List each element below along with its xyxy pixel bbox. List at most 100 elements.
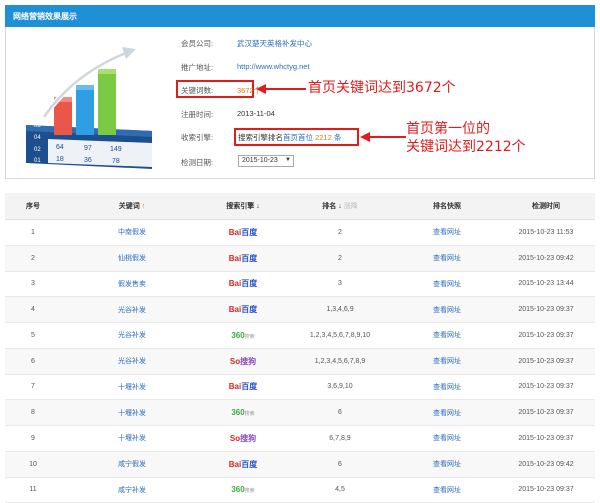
sogou-logo-icon: So搜狗 [229, 433, 257, 443]
baidu-logo-icon: Bai百度 [228, 253, 258, 263]
keyword-link[interactable]: 光谷补发 [61, 322, 203, 349]
sort-down-icon: ↓ [338, 203, 342, 210]
url-link[interactable]: http://www.whctyg.net [237, 62, 310, 71]
snapshot-link[interactable]: 查看网址 [397, 399, 497, 426]
index-cell: 5 [5, 322, 61, 349]
snapshot-link[interactable]: 查看网址 [397, 477, 497, 503]
chart-bar-red [54, 101, 72, 135]
rank-cell: 4,5 [283, 477, 397, 503]
keyword-link[interactable]: 光谷补发 [61, 296, 203, 323]
engine-cell: So搜狗 [203, 425, 283, 452]
col-keyword[interactable]: 关键词 ↑ [61, 193, 203, 220]
360-search-logo-icon: 360搜索 [231, 330, 255, 340]
col-index: 序号 [5, 193, 61, 220]
engine-cell: 360搜索 [203, 322, 283, 349]
keyword-link[interactable]: 假发售卖 [61, 271, 203, 298]
col-engine[interactable]: 搜索引擎 ↓ [203, 193, 283, 220]
index-cell: 7 [5, 374, 61, 401]
snapshot-link[interactable]: 查看网址 [397, 451, 497, 478]
rank-cell: 6 [283, 399, 397, 426]
col-rank[interactable]: 排名 ↓ 涨降 [283, 193, 397, 220]
snapshot-link[interactable]: 查看网址 [397, 348, 497, 375]
rank-cell: 6,7,8,9 [283, 425, 397, 452]
time-cell: 2015-10-23 13:44 [497, 271, 595, 298]
snapshot-link[interactable]: 查看网址 [397, 219, 497, 246]
keyword-link[interactable]: 仙桃假发 [61, 245, 203, 272]
keyword-link[interactable]: 光谷补发 [61, 348, 203, 375]
snapshot-link[interactable]: 查看网址 [397, 245, 497, 272]
engine-rank-count: 2212 [315, 133, 332, 142]
snapshot-link[interactable]: 查看网址 [397, 425, 497, 452]
rank-cell: 3,6,9,10 [283, 374, 397, 401]
keyword-link[interactable]: 十堰补发 [61, 374, 203, 401]
table-row: 10 咸宁假发 Bai百度 6 查看网址 2015-10-23 09:42 [5, 451, 595, 478]
rank-cell: 1,3,4,6,9 [283, 296, 397, 323]
index-cell: 1 [5, 219, 61, 246]
time-cell: 2015-10-23 09:37 [497, 374, 595, 401]
table-row: 3 假发售卖 Bai百度 3 查看网址 2015-10-23 13:44 [5, 271, 595, 298]
snapshot-link[interactable]: 查看网址 [397, 271, 497, 298]
time-cell: 2015-10-23 09:37 [497, 477, 595, 503]
member-value[interactable]: 武汉楚天英格补发中心 [237, 38, 312, 49]
stats-chart-graphic: 03 04 02 01 64 97 149 18 36 78 [26, 47, 152, 169]
baidu-logo-icon: Bai百度 [228, 305, 258, 315]
snapshot-link[interactable]: 查看网址 [397, 296, 497, 323]
col-snapshot: 排名快照 [397, 193, 497, 220]
sort-up-icon: ↑ [141, 203, 146, 210]
chart-value-r2c3: 149 [110, 146, 122, 153]
annotation-arrow-icon [360, 132, 406, 142]
reg-label: 注册时间: [181, 110, 214, 119]
sogou-logo-icon: So搜狗 [229, 356, 257, 366]
date-select-value: 2015-10-23 [242, 157, 278, 164]
engine-cell: 360搜索 [203, 399, 283, 426]
chart-row-label-03: 03 [34, 123, 41, 129]
table-row: 6 光谷补发 So搜狗 1,2,3,4,5,6,7,8,9 查看网址 2015-10-23… [5, 348, 595, 375]
table-row: 2 仙桃假发 Bai百度 2 查看网址 2015-10-23 09:42 [5, 245, 595, 272]
index-cell: 4 [5, 296, 61, 323]
member-label: 会员公司: [181, 39, 214, 48]
engine-cell: Bai百度 [203, 219, 283, 246]
rank-cell: 1,2,3,4,5,6,7,8,9 [283, 348, 397, 375]
date-select[interactable]: 2015-10-23 ▼ [238, 155, 294, 167]
engine-rank-link[interactable]: 首页首位 [283, 133, 313, 142]
snapshot-link[interactable]: 查看网址 [397, 322, 497, 349]
rank-cell: 2 [283, 219, 397, 246]
index-cell: 11 [5, 477, 61, 503]
table-row: 11 咸宁补发 360搜索 4,5 查看网址 2015-10-23 09:37 [5, 477, 595, 503]
table-header-row: 序号 关键词 ↑ 搜索引擎 ↓ 排名 ↓ 涨降 排名快照 检测时间 [5, 193, 595, 220]
snapshot-link[interactable]: 查看网址 [397, 374, 497, 401]
keyword-link[interactable]: 十堰补发 [61, 399, 203, 426]
annotation-keywords: 首页关键词达到3672个 [308, 80, 456, 96]
rank-cell: 1,2,3,4,5,6,7,8,9,10 [283, 322, 397, 349]
keyword-link[interactable]: 咸宁补发 [61, 477, 203, 503]
time-cell: 2015-10-23 09:37 [497, 399, 595, 426]
time-cell: 2015-10-23 09:37 [497, 296, 595, 323]
time-cell: 2015-10-23 09:42 [497, 451, 595, 478]
engine-cell: So搜狗 [203, 348, 283, 375]
rank-cell: 6 [283, 451, 397, 478]
360-search-logo-icon: 360搜索 [231, 485, 255, 495]
engine-cell: Bai百度 [203, 271, 283, 298]
index-cell: 2 [5, 245, 61, 272]
results-table: 序号 关键词 ↑ 搜索引擎 ↓ 排名 ↓ 涨降 排名快照 检测时间 1 中南假发 B… [5, 193, 595, 503]
keywords-label: 关键词数: [181, 86, 214, 95]
keyword-link[interactable]: 十堰补发 [61, 425, 203, 452]
rank-cell: 3 [283, 271, 397, 298]
chart-value-r1c2: 36 [84, 157, 92, 164]
annotation-second-line: 关键词达到2212个 [406, 139, 526, 155]
time-cell: 2015-10-23 09:37 [497, 348, 595, 375]
table-row: 8 十堰补发 360搜索 6 查看网址 2015-10-23 09:37 [5, 399, 595, 426]
chevron-down-icon: ▼ [285, 157, 291, 163]
time-cell: 2015-10-23 11:53 [497, 219, 595, 246]
keyword-link[interactable]: 咸宁假发 [61, 451, 203, 478]
360-search-logo-icon: 360搜索 [231, 408, 255, 418]
url-label: 推广地址: [181, 63, 214, 72]
chart-bar-green [98, 73, 116, 135]
col-rank-label: 排名 [322, 203, 337, 210]
keyword-link[interactable]: 中南假发 [61, 219, 203, 246]
baidu-logo-icon: Bai百度 [228, 227, 258, 237]
col-rank-extra: 涨降 [343, 203, 358, 210]
engine-rank-text: 搜索引擎排名首页首位 2212 条 [238, 132, 341, 143]
engine-rank-suffix: 条 [333, 133, 342, 142]
index-cell: 9 [5, 425, 61, 452]
